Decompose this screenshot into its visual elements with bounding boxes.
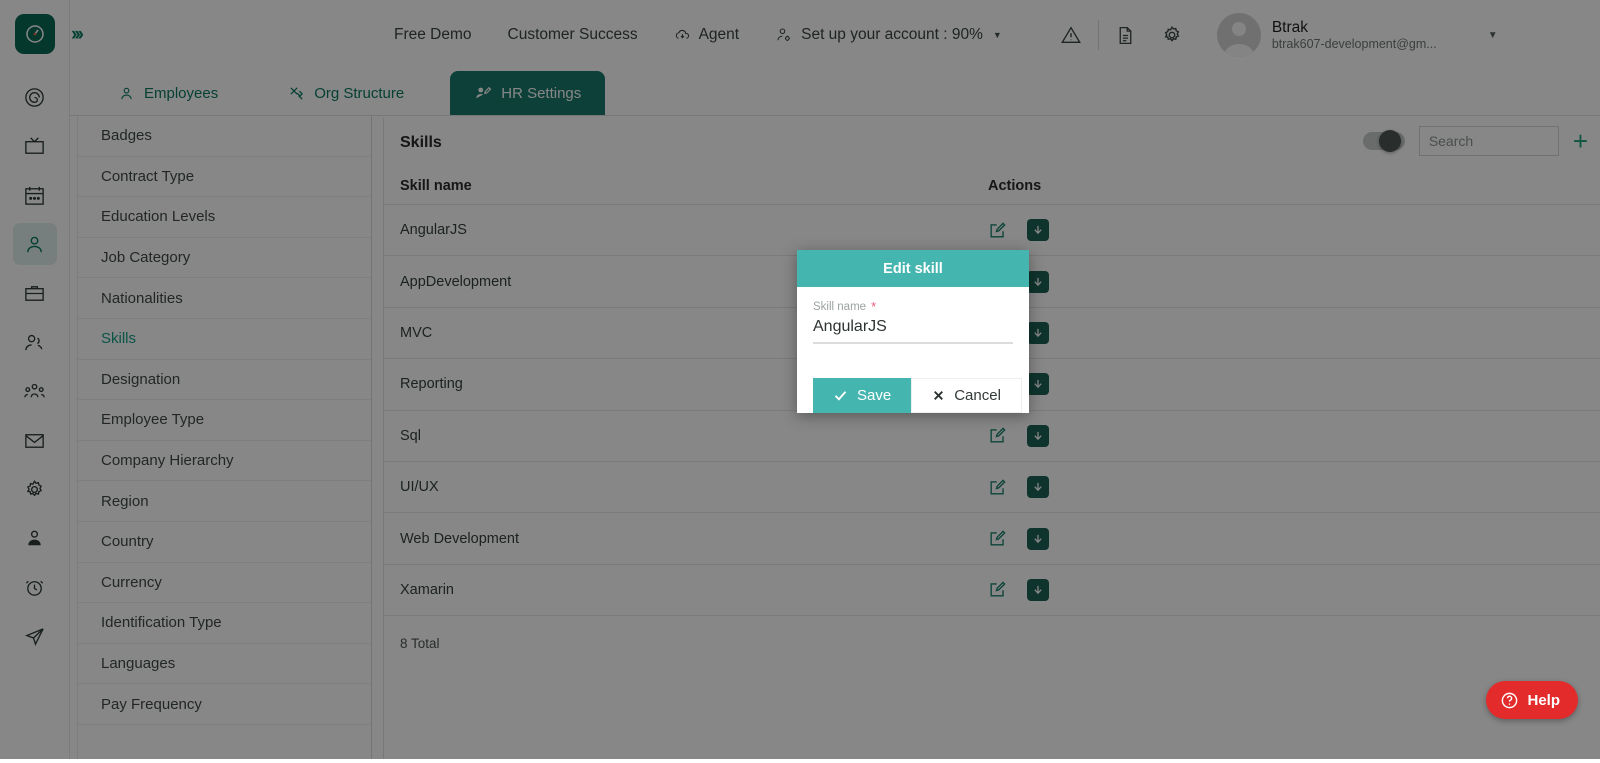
edit-skill-modal: Edit skill Skill name * Save Cancel: [797, 250, 1029, 413]
modal-body: Skill name *: [797, 287, 1029, 344]
field-label-text: Skill name: [813, 301, 867, 313]
modal-actions: Save Cancel: [797, 378, 1029, 413]
skill-name-input[interactable]: [813, 316, 1013, 344]
help-button-label: Help: [1527, 691, 1560, 709]
check-icon: [834, 391, 847, 401]
bottom-strip: [0, 759, 1600, 763]
question-circle-icon: [1502, 692, 1518, 708]
skill-name-field-label: Skill name *: [813, 299, 1013, 314]
required-marker: *: [871, 299, 877, 314]
cancel-button[interactable]: Cancel: [911, 378, 1022, 413]
save-button[interactable]: Save: [813, 378, 912, 413]
help-button[interactable]: Help: [1486, 681, 1578, 719]
modal-title: Edit skill: [797, 250, 1029, 287]
cancel-button-label: Cancel: [954, 387, 1001, 404]
save-button-label: Save: [857, 387, 892, 404]
app-root: ››› Free Demo Customer Success Agent Set…: [0, 0, 1600, 763]
close-icon: [934, 391, 944, 400]
